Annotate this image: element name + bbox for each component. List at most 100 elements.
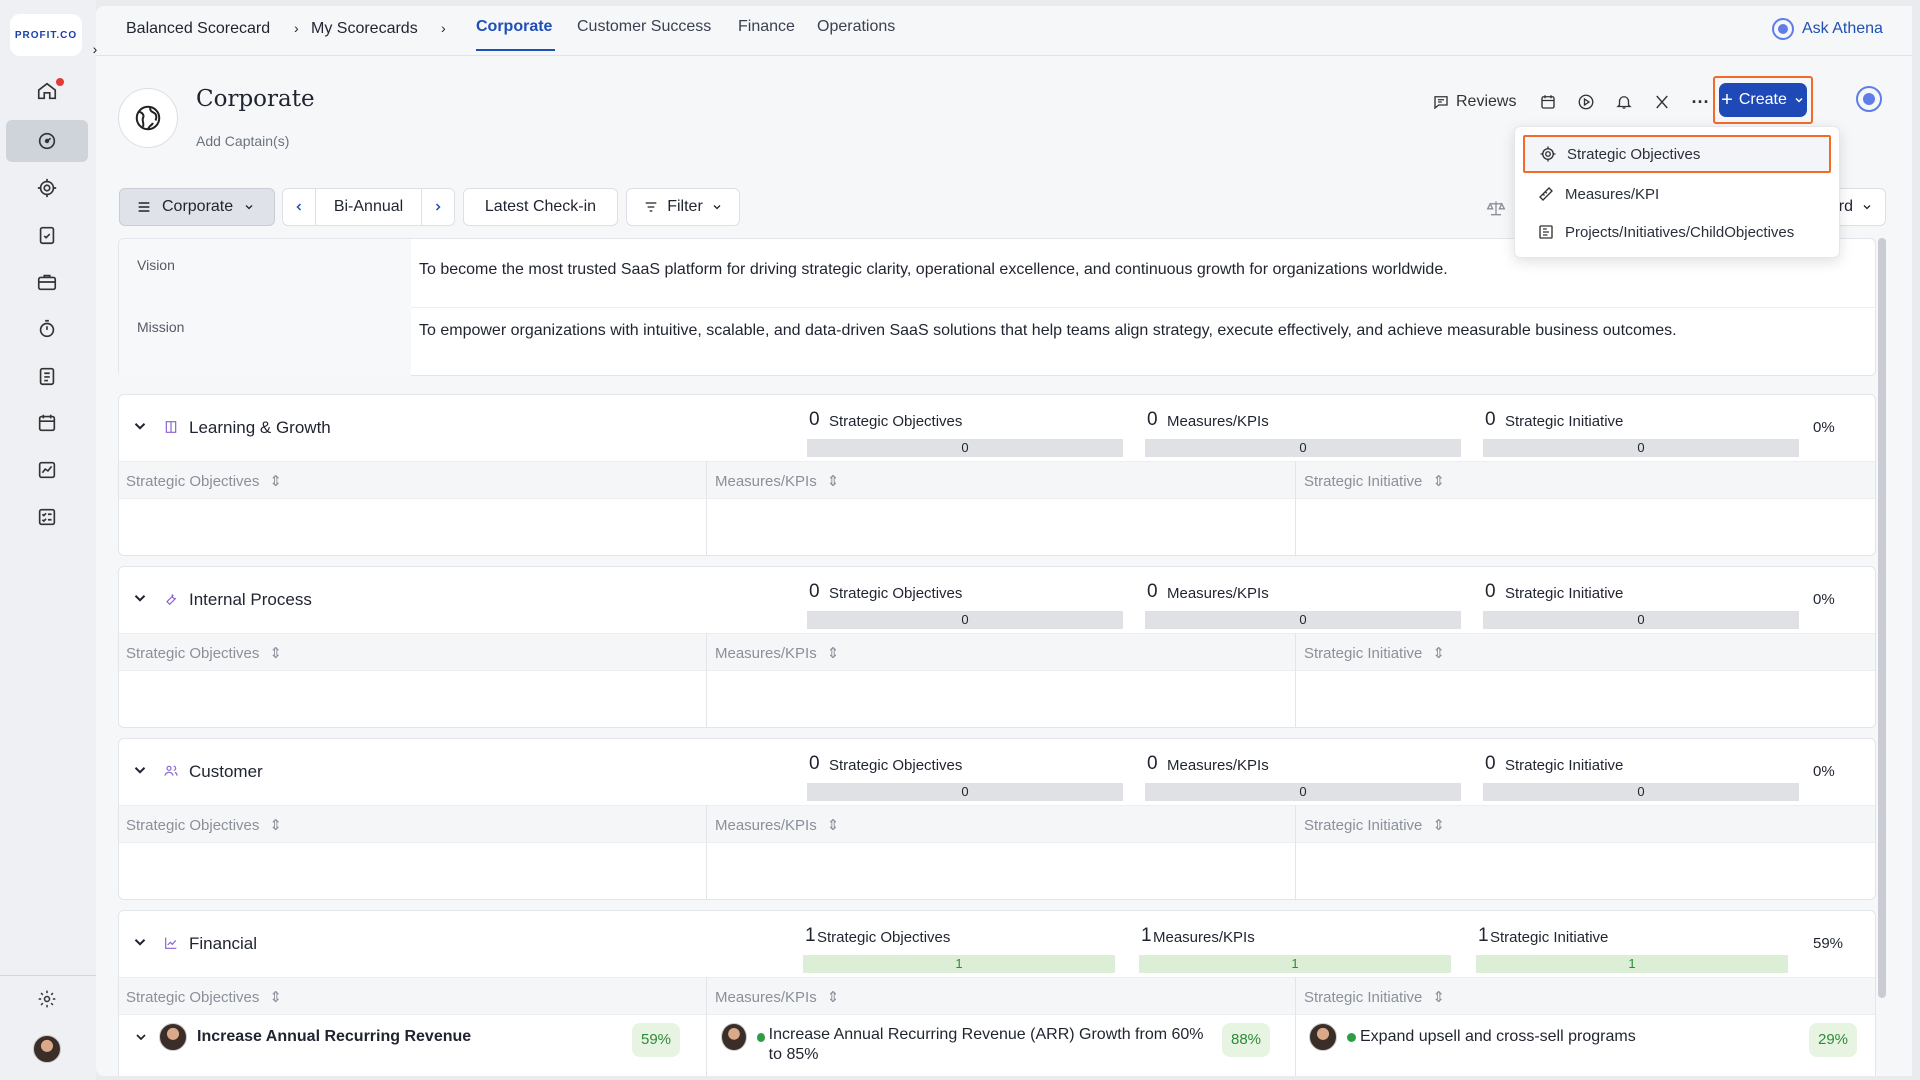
column-header-initiatives[interactable]: Strategic Initiative ⇕: [1304, 988, 1445, 1007]
perspective-title[interactable]: Learning & Growth: [189, 418, 331, 438]
chevron-right-icon[interactable]: ›: [86, 40, 104, 58]
app-logo[interactable]: PROFIT.CO: [10, 14, 82, 56]
stat-label: Strategic Objectives: [829, 413, 963, 430]
ai-assistant-icon[interactable]: [1856, 86, 1882, 112]
target-icon[interactable]: [6, 167, 88, 209]
perspective-title[interactable]: Financial: [189, 934, 257, 954]
users-icon: [163, 763, 181, 781]
breadcrumb-separator: ›: [441, 20, 446, 36]
tab-operations[interactable]: Operations: [817, 18, 895, 36]
stat-label: Measures/KPIs: [1153, 929, 1255, 946]
vision-text: To become the most trusted SaaS platform…: [419, 261, 1448, 278]
perspective-title[interactable]: Internal Process: [189, 590, 312, 610]
objective-row[interactable]: Increase Annual Recurring Revenue: [133, 1023, 471, 1051]
menu-item-measures-kpi[interactable]: Measures/KPI: [1523, 175, 1831, 213]
balance-scale-icon[interactable]: [1486, 198, 1506, 218]
stat-label: Strategic Objectives: [829, 757, 963, 774]
reviews-label: Reviews: [1456, 93, 1517, 110]
column-header-objectives[interactable]: Strategic Objectives ⇕: [126, 816, 282, 835]
sort-icon: ⇕: [269, 645, 282, 662]
column-header-kpis[interactable]: Measures/KPIs ⇕: [715, 816, 839, 835]
column-header-objectives[interactable]: Strategic Objectives ⇕: [126, 988, 282, 1007]
kpi-title[interactable]: Increase Annual Recurring Revenue (ARR) …: [769, 1025, 1211, 1063]
objective-title[interactable]: Increase Annual Recurring Revenue: [197, 1028, 471, 1046]
perspective-customer: Customer 0 Strategic Objectives 0 0 Meas…: [118, 738, 1876, 900]
header-toolbar: Reviews ···: [1426, 86, 1712, 118]
briefcase-icon[interactable]: [6, 261, 88, 303]
kpi-row[interactable]: Increase Annual Recurring Revenue (ARR) …: [721, 1023, 1211, 1063]
chevron-down-icon[interactable]: [131, 933, 151, 953]
perspective-header: Learning & Growth 0 Strategic Objectives…: [119, 395, 1875, 461]
chevron-left-icon[interactable]: [283, 189, 315, 225]
breadcrumb-root[interactable]: Balanced Scorecard: [126, 20, 270, 38]
column-header-initiatives[interactable]: Strategic Initiative ⇕: [1304, 816, 1445, 835]
bell-icon[interactable]: [1612, 90, 1636, 114]
column-header-kpis[interactable]: Measures/KPIs ⇕: [715, 472, 839, 491]
calendar-icon[interactable]: [6, 402, 88, 444]
menu-icon: [138, 202, 150, 212]
latest-checkin-button[interactable]: Latest Check-in: [463, 188, 618, 226]
sort-icon: ⇕: [1432, 989, 1445, 1006]
filter-button[interactable]: Filter: [626, 188, 740, 226]
ask-athena-button[interactable]: Ask Athena: [1772, 16, 1883, 42]
line-chart-icon[interactable]: [6, 449, 88, 491]
chevron-right-icon[interactable]: [422, 189, 454, 225]
scorecard-selector[interactable]: Corporate: [119, 188, 275, 226]
stat-label: Measures/KPIs: [1167, 585, 1269, 602]
home-icon[interactable]: [6, 70, 88, 112]
calendar-icon[interactable]: [1536, 90, 1560, 114]
globe-icon: [118, 88, 178, 148]
chevron-down-icon[interactable]: [131, 417, 151, 437]
tab-customer-success[interactable]: Customer Success: [577, 18, 711, 36]
sort-icon: ⇕: [269, 989, 282, 1006]
dashboard-icon[interactable]: [6, 120, 88, 162]
reviews-button[interactable]: Reviews: [1426, 89, 1522, 115]
column-header-initiatives[interactable]: Strategic Initiative ⇕: [1304, 472, 1445, 491]
tab-corporate[interactable]: Corporate: [476, 18, 552, 36]
stat-bar: 1: [1476, 955, 1788, 973]
column-header-kpis[interactable]: Measures/KPIs ⇕: [715, 644, 840, 663]
initiative-row[interactable]: Expand upsell and cross-sell programs: [1309, 1023, 1636, 1051]
stat-strategic-objectives: 0 Strategic Objectives 0: [807, 749, 1123, 803]
create-button[interactable]: + Create: [1719, 83, 1807, 117]
chevron-down-icon[interactable]: [131, 589, 151, 609]
column-header-kpis[interactable]: Measures/KPIs ⇕: [715, 988, 839, 1007]
chevron-down-icon[interactable]: [131, 761, 151, 781]
column-header-objectives[interactable]: Strategic Objectives ⇕: [126, 472, 282, 491]
avatar: [721, 1023, 747, 1051]
period-label[interactable]: Bi-Annual: [315, 189, 422, 225]
column-header-objectives[interactable]: Strategic Objectives ⇕: [126, 644, 282, 663]
tab-finance[interactable]: Finance: [738, 18, 795, 36]
perspective-header: Customer 0 Strategic Objectives 0 0 Meas…: [119, 739, 1875, 805]
more-options-icon[interactable]: ···: [1688, 90, 1712, 114]
add-captain-link[interactable]: Add Captain(s): [196, 133, 289, 149]
user-avatar-button[interactable]: [6, 1028, 88, 1070]
chevron-down-icon[interactable]: [133, 1029, 149, 1045]
target-icon: [1540, 146, 1556, 162]
checklist-icon[interactable]: [6, 355, 88, 397]
clipboard-check-icon[interactable]: [6, 214, 88, 256]
menu-item-projects-initiatives[interactable]: Projects/Initiatives/ChildObjectives: [1523, 213, 1831, 251]
initiative-title[interactable]: Expand upsell and cross-sell programs: [1360, 1028, 1636, 1046]
collapse-icon[interactable]: [1650, 90, 1674, 114]
stat-count: 0: [1485, 753, 1496, 774]
stopwatch-icon[interactable]: [6, 308, 88, 350]
stat-bar: 0: [1145, 611, 1461, 629]
column-header-initiatives[interactable]: Strategic Initiative ⇕: [1304, 644, 1445, 663]
play-icon[interactable]: [1574, 90, 1598, 114]
stat-bar: 0: [807, 783, 1123, 801]
column-label: Strategic Objectives: [126, 988, 260, 1006]
menu-item-label: Strategic Objectives: [1567, 145, 1701, 163]
chevron-down-icon: [1863, 205, 1871, 210]
vertical-scrollbar[interactable]: [1878, 238, 1886, 998]
perspective-learning-growth: Learning & Growth 0 Strategic Objectives…: [118, 394, 1876, 556]
breadcrumb-my-scorecards[interactable]: My Scorecards: [311, 20, 418, 38]
sort-icon: ⇕: [826, 645, 840, 662]
top-navigation: Balanced Scorecard › My Scorecards › Cor…: [96, 6, 1912, 56]
gear-icon[interactable]: [6, 978, 88, 1020]
menu-item-strategic-objectives[interactable]: Strategic Objectives: [1523, 135, 1831, 173]
status-dot: [1347, 1032, 1356, 1042]
avatar: [1309, 1023, 1337, 1051]
perspective-title[interactable]: Customer: [189, 762, 263, 782]
list-check-icon[interactable]: [6, 496, 88, 538]
